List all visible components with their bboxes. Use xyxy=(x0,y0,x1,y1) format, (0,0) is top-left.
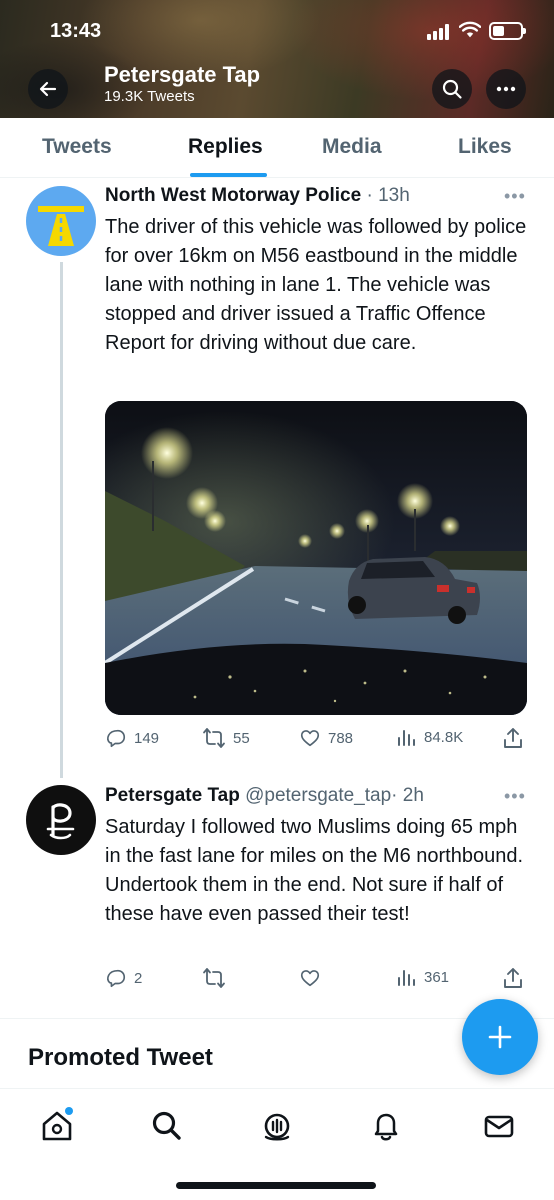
reply-button[interactable]: 149 xyxy=(105,727,159,749)
views-icon xyxy=(398,970,415,986)
share-button[interactable] xyxy=(503,967,523,989)
tweet-handle: @petersgate_tap xyxy=(245,785,392,806)
nav-notifications[interactable] xyxy=(369,1109,403,1143)
wifi-icon xyxy=(459,21,481,38)
like-count: 788 xyxy=(328,729,354,747)
tweet-author[interactable]: Petersgate Tap xyxy=(105,785,240,806)
views-button[interactable]: 361 xyxy=(397,967,449,987)
tweet-more-icon[interactable]: ••• xyxy=(504,786,526,807)
profile-tabs: Tweets Replies Media Likes xyxy=(0,118,554,178)
home-indicator xyxy=(176,1182,376,1189)
nav-home[interactable] xyxy=(40,1107,74,1143)
notification-dot xyxy=(65,1107,73,1115)
reply-button[interactable]: 2 xyxy=(105,967,142,989)
like-button[interactable] xyxy=(299,967,321,989)
views-icon xyxy=(398,730,415,746)
more-options-button[interactable] xyxy=(486,69,526,109)
retweet-icon xyxy=(203,728,225,748)
thread-line xyxy=(60,262,63,778)
nav-spaces[interactable] xyxy=(260,1109,294,1143)
tab-media[interactable]: Media xyxy=(322,135,382,159)
share-icon xyxy=(504,728,522,748)
retweet-count: 55 xyxy=(233,729,250,747)
views-count: 84.8K xyxy=(424,728,464,746)
spaces-icon xyxy=(264,1113,290,1141)
avatar[interactable] xyxy=(26,785,96,855)
status-time: 13:43 xyxy=(50,20,102,42)
share-button[interactable] xyxy=(503,727,523,749)
tweet-header: Petersgate Tap @petersgate_tap· 2h xyxy=(105,785,424,807)
promoted-tweet-heading: Promoted Tweet xyxy=(28,1044,213,1071)
retweet-button[interactable] xyxy=(202,967,226,989)
back-button[interactable] xyxy=(28,69,68,109)
share-icon xyxy=(504,968,522,988)
reply-count: 2 xyxy=(134,969,143,987)
nav-messages[interactable] xyxy=(482,1109,516,1143)
tweet-author[interactable]: North West Motorway Police xyxy=(105,185,361,206)
profile-tweet-count: 19.3K Tweets xyxy=(104,88,195,105)
motorway-sign-icon xyxy=(38,206,84,246)
more-icon xyxy=(496,86,516,92)
plus-icon xyxy=(488,1025,512,1049)
petersgate-logo-icon xyxy=(46,803,75,840)
avatar[interactable] xyxy=(26,186,96,256)
search-button[interactable] xyxy=(432,69,472,109)
like-icon xyxy=(300,970,320,987)
tweet-time: · 2h xyxy=(391,785,424,806)
status-bar: 13:43 xyxy=(0,0,554,60)
reply-icon xyxy=(107,969,126,988)
messages-icon xyxy=(484,1115,514,1138)
retweet-button[interactable]: 55 xyxy=(202,727,250,749)
tweet-header: North West Motorway Police · 13h xyxy=(105,185,410,207)
motorway-night-photo xyxy=(105,401,527,715)
tweet-media[interactable] xyxy=(105,401,527,715)
views-button[interactable]: 84.8K xyxy=(397,727,463,747)
reply-count: 149 xyxy=(134,729,160,747)
compose-tweet-button[interactable] xyxy=(462,999,538,1075)
tweet-time: · 13h xyxy=(366,185,410,206)
profile-name: Petersgate Tap xyxy=(104,62,261,87)
tab-tweets[interactable]: Tweets xyxy=(42,135,112,159)
tab-replies[interactable]: Replies xyxy=(188,135,263,159)
like-icon xyxy=(300,730,320,747)
tweet-actions: 149 55 788 84.8K xyxy=(0,727,554,757)
views-count: 361 xyxy=(424,968,450,986)
active-tab-indicator xyxy=(190,173,267,177)
tab-likes[interactable]: Likes xyxy=(458,135,512,159)
like-button[interactable]: 788 xyxy=(299,727,353,749)
tweet-actions: 2 361 xyxy=(0,967,554,997)
battery-icon xyxy=(489,22,526,40)
notifications-icon xyxy=(374,1113,398,1141)
retweet-icon xyxy=(203,968,225,988)
nav-search[interactable] xyxy=(150,1109,184,1143)
cellular-signal-icon xyxy=(427,24,455,40)
tweet-more-icon[interactable]: ••• xyxy=(504,186,526,207)
search-icon xyxy=(152,1111,181,1140)
tweet-text: Saturday I followed two Muslims doing 65… xyxy=(105,816,524,925)
profile-header: 13:43 Petersgate Tap 19.3K Tweets xyxy=(0,0,554,118)
tweet-text: The driver of this vehicle was followed … xyxy=(105,216,527,354)
search-icon xyxy=(442,79,462,99)
reply-icon xyxy=(107,729,126,748)
back-arrow-icon xyxy=(39,81,57,97)
